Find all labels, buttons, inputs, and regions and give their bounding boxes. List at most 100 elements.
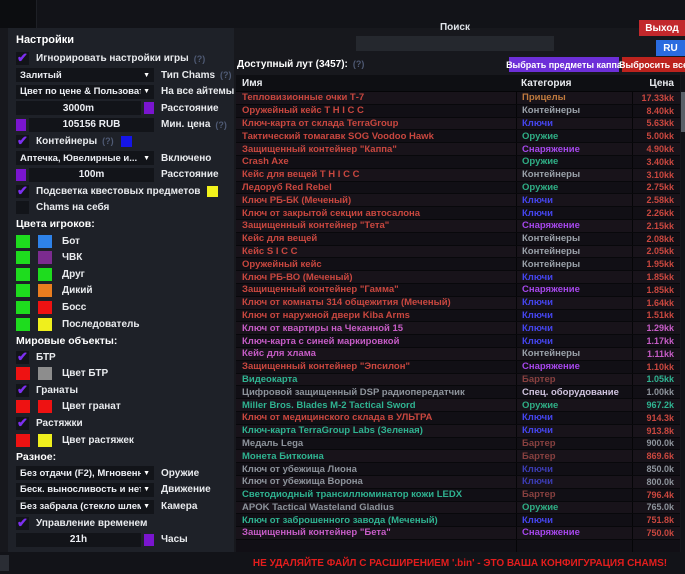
color-swatch-containers[interactable] <box>121 136 132 147</box>
loot-item-category: Снаряжение <box>516 220 632 232</box>
loot-row[interactable]: Защищенный контейнер "Эпсилон"Снаряжение… <box>236 361 680 374</box>
color-swatch-scav-1[interactable] <box>16 284 30 297</box>
loot-row[interactable]: Ключ от убежища ЛионаКлючи850.0k <box>236 463 680 476</box>
loot-row[interactable]: Ключ от квартиры на Чеканной 15Ключи1.29… <box>236 322 680 335</box>
dropdown-camera-mods[interactable]: Без забрала (стекло шлема)▼ <box>16 500 154 514</box>
color-swatch-pmc-2[interactable] <box>38 251 52 264</box>
color-swatch-quest-items-highlight[interactable] <box>207 186 218 197</box>
loot-row[interactable]: Тепловизионные очки Т-7Прицелы17.33kk <box>236 92 680 105</box>
dropdown-weapon-mods[interactable]: Без отдачи (F2), Мгновенное п▼ <box>16 466 154 480</box>
input-min-price[interactable]: 105156 RUB <box>29 118 154 132</box>
loot-row[interactable]: Ключ-карта TerraGroup Labs (Зеленая)Ключ… <box>236 425 680 438</box>
dump-all-button[interactable]: Выбросить все <box>622 57 685 72</box>
color-swatch-tripwire-color-1[interactable] <box>16 434 30 447</box>
column-header-name[interactable]: Имя <box>236 78 516 89</box>
top-left-tab[interactable] <box>0 0 37 28</box>
loot-row[interactable]: Ключ-карта от склада TerraGroupКлючи5.63… <box>236 118 680 131</box>
loot-row[interactable]: Кейс для хламаКонтейнеры1.11kk <box>236 348 680 361</box>
checkbox-containers[interactable] <box>16 135 29 148</box>
loot-row[interactable]: APOK Tactical Wasteland GladiusОружие765… <box>236 502 680 515</box>
checkbox-ignore-game-settings[interactable] <box>16 52 29 65</box>
table-scrollbar[interactable] <box>681 75 685 552</box>
loot-row[interactable]: Оружейный кейсКонтейнеры1.95kk <box>236 258 680 271</box>
help-icon[interactable]: (?) <box>215 120 227 130</box>
column-header-category[interactable]: Категория <box>516 78 632 89</box>
color-swatch-containers-distance[interactable] <box>16 169 26 181</box>
checkbox-tripwires[interactable] <box>16 417 29 430</box>
loot-row[interactable] <box>236 540 680 552</box>
loot-row[interactable]: Светодиодный трансиллюминатор кожи LEDXБ… <box>236 489 680 502</box>
color-swatch-bot-1[interactable] <box>16 235 30 248</box>
loot-row[interactable]: Цифровой защищенный DSP радиопередатчикС… <box>236 386 680 399</box>
loot-row[interactable]: Кейс для вещей T H I C CКонтейнеры3.10kk <box>236 169 680 182</box>
color-swatch-scav-2[interactable] <box>38 284 52 297</box>
color-swatch-hours[interactable] <box>144 534 154 546</box>
loot-row[interactable]: Защищенный контейнер "Бета"Снаряжение750… <box>236 527 680 540</box>
loot-item-name: Ключ от наружной двери Kiba Arms <box>236 310 516 321</box>
loot-row[interactable]: ВидеокартаБартер1.05kk <box>236 374 680 387</box>
loot-row[interactable]: Ключ от закрытой секции автосалонаКлючи2… <box>236 207 680 220</box>
color-swatch-btr-color-1[interactable] <box>16 367 30 380</box>
input-hours[interactable]: 21h <box>16 533 141 547</box>
color-swatch-follower-2[interactable] <box>38 318 52 331</box>
loot-row[interactable]: Монета БиткоинаБартер869.6k <box>236 450 680 463</box>
scrollbar-thumb[interactable] <box>681 92 685 132</box>
select-kappa-items-button[interactable]: Выбрать предметы каппа <box>509 57 619 72</box>
color-swatch-boss-2[interactable] <box>38 301 52 314</box>
color-swatch-friend-2[interactable] <box>38 268 52 281</box>
help-icon[interactable]: (?) <box>220 70 232 80</box>
color-swatch-btr-color-2[interactable] <box>38 367 52 380</box>
loot-row[interactable]: Медаль LegaБартер900.0k <box>236 438 680 451</box>
checkbox-chams-self[interactable] <box>16 201 29 214</box>
input-items-distance[interactable]: 3000m <box>16 101 141 115</box>
loot-row[interactable]: Защищенный контейнер "Тета"Снаряжение2.1… <box>236 220 680 233</box>
checkbox-btr[interactable] <box>16 351 29 364</box>
loot-row[interactable]: Crash AxeОружие3.40kk <box>236 156 680 169</box>
loot-item-price: 765.0k <box>632 502 680 514</box>
color-swatch-bot-2[interactable] <box>38 235 52 248</box>
search-input[interactable] <box>356 36 554 51</box>
bottom-left-tab[interactable] <box>0 555 9 571</box>
help-icon[interactable]: (?) <box>194 54 206 64</box>
loot-row[interactable]: Защищенный контейнер "Гамма"Снаряжение1.… <box>236 284 680 297</box>
dropdown-movement-mods[interactable]: Беск. выносливость и нет уста▼ <box>16 483 154 497</box>
color-swatch-min-price[interactable] <box>16 119 26 131</box>
help-icon[interactable]: (?) <box>102 136 114 146</box>
loot-row[interactable]: Защищенный контейнер "Каппа"Снаряжение4.… <box>236 143 680 156</box>
loot-row[interactable]: Ключ от комнаты 314 общежития (Меченый)К… <box>236 297 680 310</box>
loot-row[interactable]: Кейс для вещейКонтейнеры2.08kk <box>236 233 680 246</box>
exit-button[interactable]: Выход <box>639 20 685 36</box>
dropdown-chams-type[interactable]: Залитый▼ <box>16 68 154 82</box>
dropdown-all-items-color[interactable]: Цвет по цене & Пользователь▼ <box>16 85 154 99</box>
checkbox-quest-items-highlight[interactable] <box>16 185 29 198</box>
section-label: Цвета игроков: <box>16 218 95 230</box>
loot-row[interactable]: Miller Bros. Blades M-2 Tactical SwordОр… <box>236 399 680 412</box>
loot-row[interactable]: Ключ РБ-БК (Меченый)Ключи2.58kk <box>236 194 680 207</box>
checkbox-time-control[interactable] <box>16 517 29 530</box>
language-button[interactable]: RU <box>656 40 685 56</box>
color-swatch-friend-1[interactable] <box>16 268 30 281</box>
input-containers-distance[interactable]: 100m <box>29 168 154 182</box>
loot-row[interactable]: Ключ от наружной двери Kiba ArmsКлючи1.5… <box>236 310 680 323</box>
color-swatch-follower-1[interactable] <box>16 318 30 331</box>
loot-row[interactable]: Ключ-карта с синей маркировкойКлючи1.17k… <box>236 335 680 348</box>
help-icon[interactable]: (?) <box>353 59 365 69</box>
loot-row[interactable]: Ледоруб Red RebelОружие2.75kk <box>236 182 680 195</box>
loot-item-price: 1.05kk <box>632 374 680 386</box>
loot-row[interactable]: Ключ от заброшенного завода (Меченый)Клю… <box>236 514 680 527</box>
column-header-price[interactable]: Цена <box>632 78 680 89</box>
color-swatch-pmc-1[interactable] <box>16 251 30 264</box>
loot-row[interactable]: Тактический томагавк SOG Voodoo HawkОруж… <box>236 130 680 143</box>
loot-row[interactable]: Ключ от убежища ВоронаКлючи800.0k <box>236 476 680 489</box>
color-swatch-grenade-color-1[interactable] <box>16 400 30 413</box>
dropdown-containers-filter[interactable]: Аптечка, Ювелирные и...▼ <box>16 151 154 165</box>
checkbox-grenades[interactable] <box>16 384 29 397</box>
color-swatch-grenade-color-2[interactable] <box>38 400 52 413</box>
color-swatch-items-distance[interactable] <box>144 102 154 114</box>
color-swatch-boss-1[interactable] <box>16 301 30 314</box>
loot-row[interactable]: Ключ РБ-ВО (Меченый)Ключи1.85kk <box>236 271 680 284</box>
color-swatch-tripwire-color-2[interactable] <box>38 434 52 447</box>
loot-row[interactable]: Кейс S I C CКонтейнеры2.05kk <box>236 246 680 259</box>
loot-row[interactable]: Ключ от медицинского склада в УЛЬТРАКлюч… <box>236 412 680 425</box>
loot-row[interactable]: Оружейный кейс T H I C CКонтейнеры8.40kk <box>236 105 680 118</box>
